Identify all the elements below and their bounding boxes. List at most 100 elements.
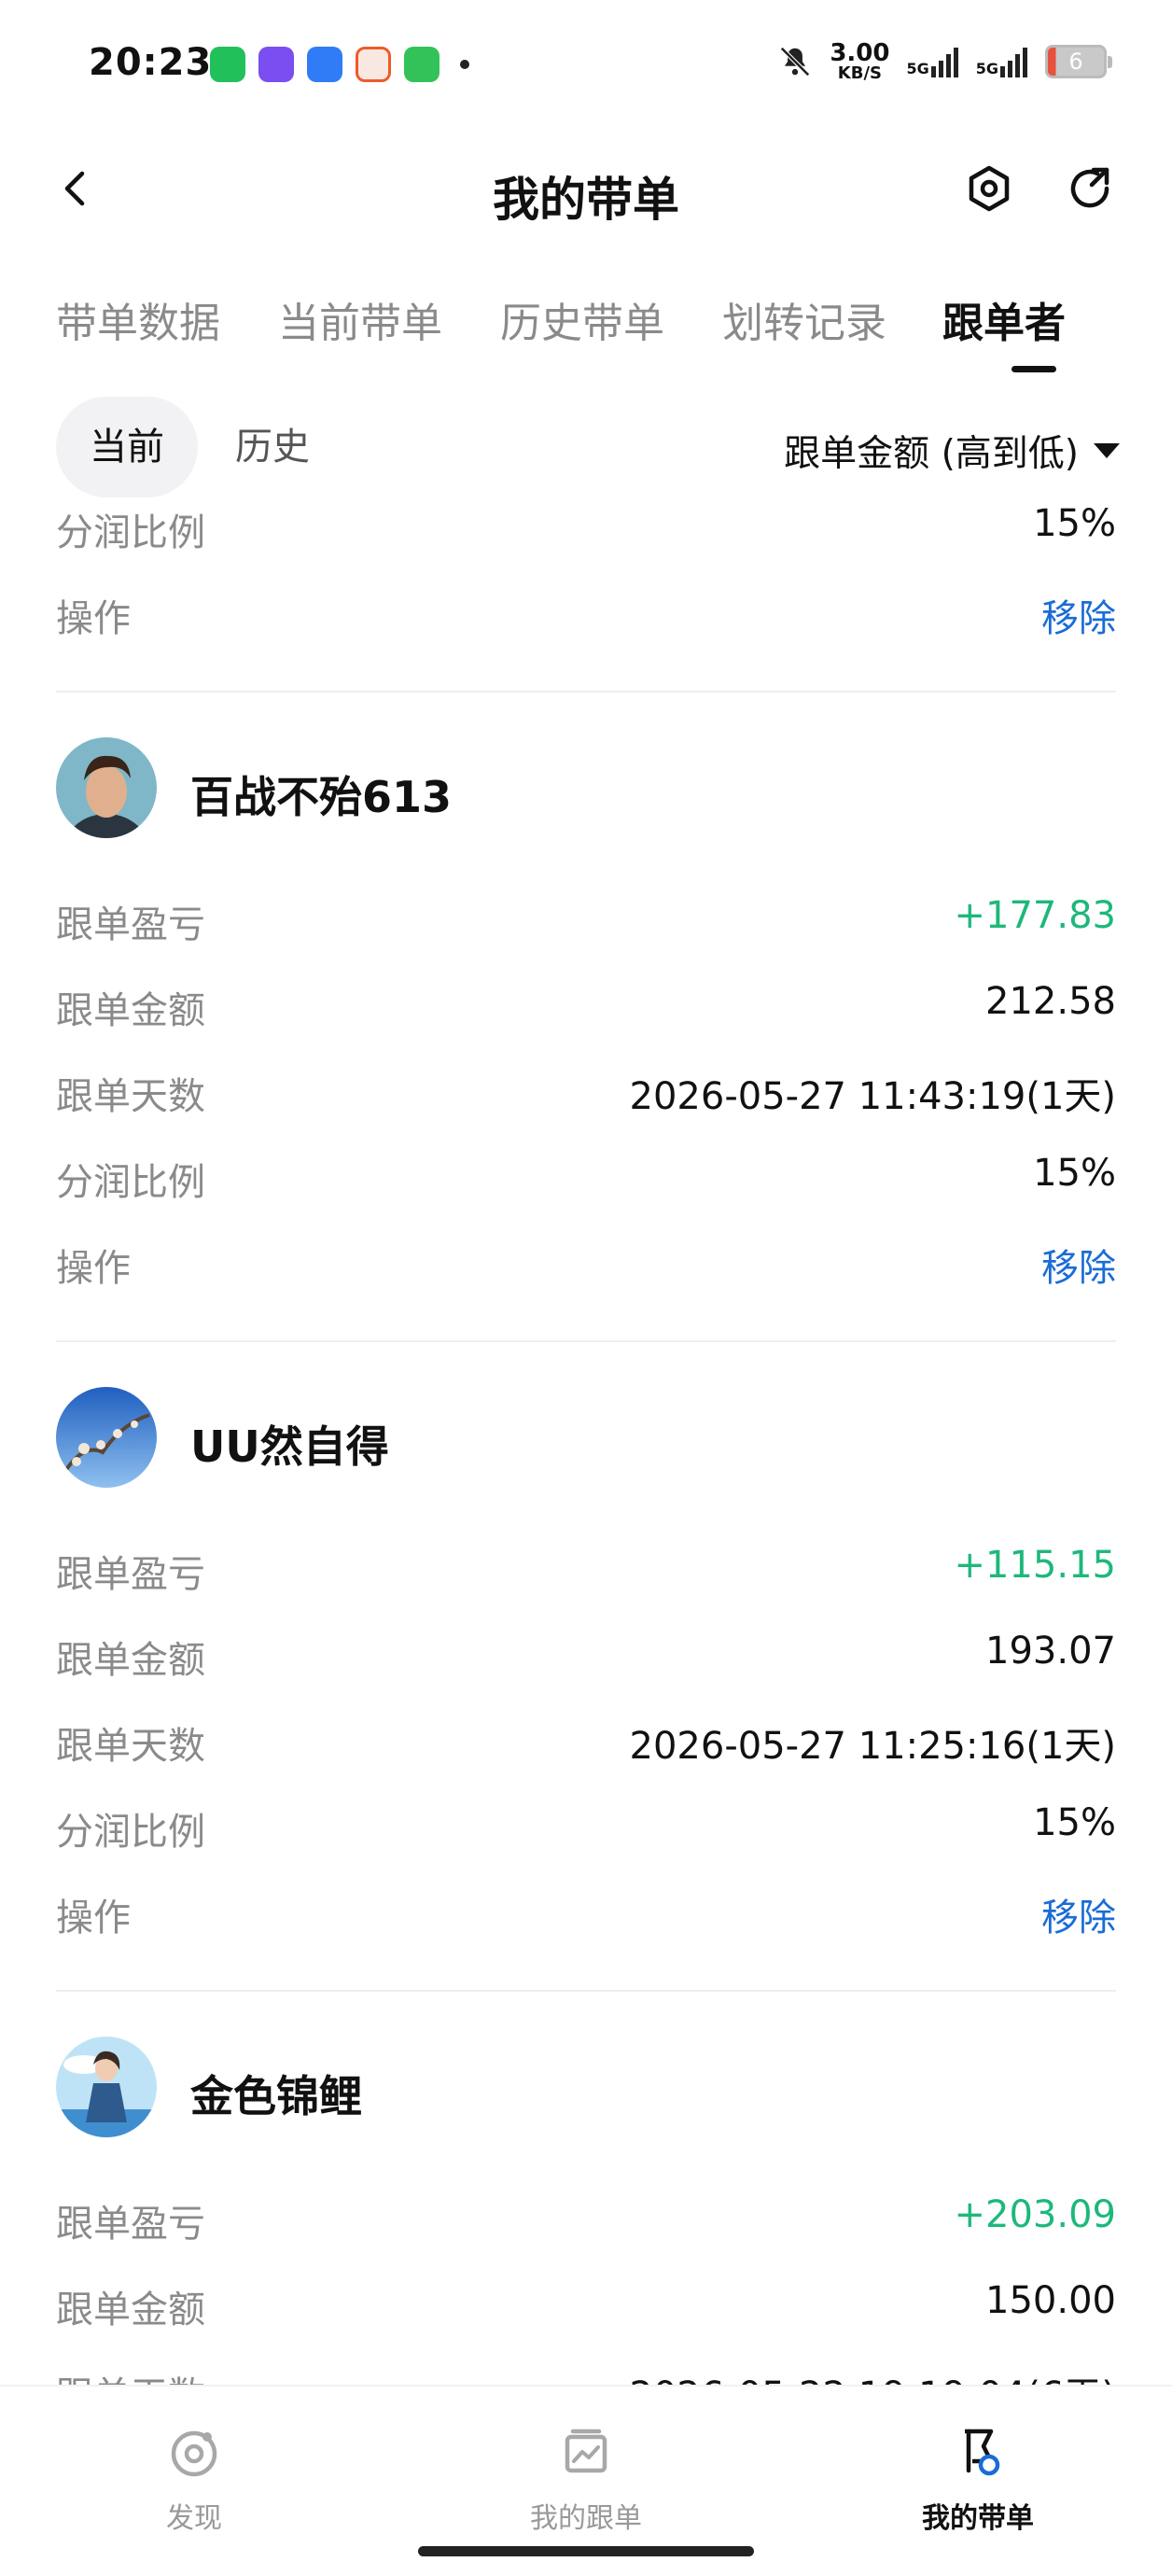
network-speed: 3.00 KB/S: [830, 41, 889, 82]
row-follow-amount: 跟单金额 150.00: [56, 2262, 1116, 2348]
flag-trader-icon: [965, 2429, 1000, 2476]
row-profit-ratio: 分润比例 15%: [56, 1785, 1116, 1870]
followers-list: 分润比例 15% 操作 移除 百战不殆613 跟单盈亏 +177.83 跟单金额…: [56, 485, 1116, 2434]
follower-card: 百战不殆613 跟单盈亏 +177.83 跟单金额 212.58 跟单天数 20…: [56, 737, 1116, 1307]
remove-button[interactable]: 移除: [1041, 588, 1116, 642]
wechat-icon: [210, 47, 245, 82]
more-notifications-dot: [460, 60, 469, 69]
follower-name: UU然自得: [190, 1421, 389, 1472]
speed-unit: KB/S: [837, 63, 882, 83]
avatar-sky-tree-icon: [56, 1387, 157, 1488]
follower-header: UU然自得: [56, 1387, 1116, 1490]
status-bar: 20:23 3.00 KB/S 5G 5G 6: [0, 0, 1172, 131]
tab-transfer-records[interactable]: 划转记录: [722, 289, 886, 349]
signal-bars-icon: [930, 48, 958, 77]
caret-down-icon: [1094, 443, 1120, 458]
pnl-value: +177.83: [954, 894, 1116, 937]
signal-2: 5G: [976, 46, 1028, 77]
notification-icons: [210, 47, 469, 82]
tab-trade-data[interactable]: 带单数据: [56, 289, 220, 349]
row-label: 跟单天数: [56, 1725, 205, 1768]
row-label: 分润比例: [56, 1161, 205, 1204]
tab-current-trades[interactable]: 当前带单: [278, 289, 442, 349]
nav-my-lead-trades[interactable]: 我的带单: [857, 2424, 1099, 2536]
row-follow-days: 跟单天数 2026-05-27 11:25:16(1天): [56, 1699, 1116, 1785]
follower-card: 金色锦鲤 跟单盈亏 +203.09 跟单金额 150.00 跟单天数 2026-…: [56, 2037, 1116, 2434]
follower-name: 百战不殆613: [190, 772, 453, 822]
amount-value: 193.07: [985, 1630, 1116, 1673]
chart-board-icon: [565, 2429, 607, 2473]
row-action: 操作 移除: [56, 1870, 1116, 1956]
avatar[interactable]: [56, 737, 157, 838]
filter-current-pill[interactable]: 当前: [56, 397, 198, 497]
row-profit-ratio: 分润比例 15%: [56, 1135, 1116, 1221]
gear-icon: [969, 165, 1010, 212]
pnl-value: +203.09: [954, 2193, 1116, 2236]
remove-button[interactable]: 移除: [1041, 1887, 1116, 1941]
taobao-app-icon: [356, 47, 391, 82]
vpn-shield-icon: [258, 47, 294, 82]
days-value: 2026-05-27 11:25:16(1天): [629, 1725, 1116, 1768]
row-label: 跟单金额: [56, 2289, 205, 2331]
row-label: 分润比例: [56, 511, 205, 554]
home-indicator[interactable]: [418, 2546, 754, 2556]
avatar-girl-icon: [56, 2037, 157, 2137]
status-time: 20:23: [89, 41, 213, 84]
pnl-value: +115.15: [954, 1544, 1116, 1587]
discover-icon: [171, 2430, 217, 2477]
row-follow-pnl: 跟单盈亏 +115.15: [56, 1527, 1116, 1613]
avatar[interactable]: [56, 2037, 157, 2137]
nav-discover[interactable]: 发现: [73, 2424, 315, 2536]
row-follow-pnl: 跟单盈亏 +177.83: [56, 877, 1116, 963]
follower-name: 金色锦鲤: [190, 2071, 362, 2121]
cloud-app-icon: [307, 47, 342, 82]
tab-bar: 带单数据 当前带单 历史带单 划转记录 跟单者: [56, 280, 1166, 383]
mute-bell-icon: [780, 47, 811, 77]
refresh-button[interactable]: [1062, 161, 1118, 217]
row-follow-amount: 跟单金额 193.07: [56, 1613, 1116, 1699]
filter-row: 当前 历史 跟单金额 (高到低): [56, 397, 1120, 499]
amount-value: 150.00: [985, 2279, 1116, 2322]
signal-1: 5G: [906, 46, 958, 77]
filter-history-pill[interactable]: 历史: [202, 397, 343, 497]
ratio-value: 15%: [1033, 1801, 1116, 1844]
speed-value: 3.00: [830, 39, 890, 67]
follower-header: 百战不殆613: [56, 737, 1116, 840]
avatar-portrait-icon: [56, 737, 157, 838]
follower-card-partial: 分润比例 15% 操作 移除: [56, 485, 1116, 657]
row-label: 分润比例: [56, 1811, 205, 1854]
remove-button[interactable]: 移除: [1041, 1238, 1116, 1292]
card-divider: [56, 691, 1116, 693]
battery-indicator: 6: [1045, 45, 1112, 78]
settings-button[interactable]: [961, 161, 1017, 217]
card-divider: [56, 1990, 1116, 1992]
refresh-share-icon: [1070, 167, 1109, 208]
days-value: 2026-05-27 11:43:19(1天): [629, 1075, 1116, 1118]
status-right: 3.00 KB/S 5G 5G 6: [777, 41, 1112, 82]
row-value: 15%: [1033, 502, 1116, 545]
signal-bars-icon: [1000, 48, 1027, 77]
signal-2-type: 5G: [975, 60, 998, 77]
row-follow-pnl: 跟单盈亏 +203.09: [56, 2177, 1116, 2262]
tab-followers[interactable]: 跟单者: [942, 289, 1066, 349]
app-screen: 20:23 3.00 KB/S 5G 5G 6 我的带单 带单数据 当前带单 历…: [0, 0, 1172, 2576]
follower-header: 金色锦鲤: [56, 2037, 1116, 2139]
nav-my-copy-trades[interactable]: 我的跟单: [465, 2424, 707, 2536]
row-follow-amount: 跟单金额 212.58: [56, 963, 1116, 1049]
row-action: 操作 移除: [56, 1221, 1116, 1307]
row-label: 操作: [56, 597, 131, 640]
avatar[interactable]: [56, 1387, 157, 1488]
row-label: 跟单天数: [56, 1075, 205, 1118]
sort-dropdown[interactable]: 跟单金额 (高到低): [784, 425, 1120, 477]
row-label: 跟单金额: [56, 1639, 205, 1682]
row-label: 跟单盈亏: [56, 2203, 205, 2246]
sort-label: 跟单金额 (高到低): [784, 433, 1079, 475]
row-follow-days: 跟单天数 2026-05-27 11:43:19(1天): [56, 1049, 1116, 1135]
nav-label: 我的跟单: [530, 2502, 642, 2535]
row-action: 操作 移除: [56, 571, 1116, 657]
follower-card: UU然自得 跟单盈亏 +115.15 跟单金额 193.07 跟单天数 2026…: [56, 1387, 1116, 1956]
tab-history-trades[interactable]: 历史带单: [500, 289, 664, 349]
nav-label: 我的带单: [922, 2502, 1034, 2535]
row-label: 跟单盈亏: [56, 1553, 205, 1596]
row-label: 跟单金额: [56, 989, 205, 1032]
